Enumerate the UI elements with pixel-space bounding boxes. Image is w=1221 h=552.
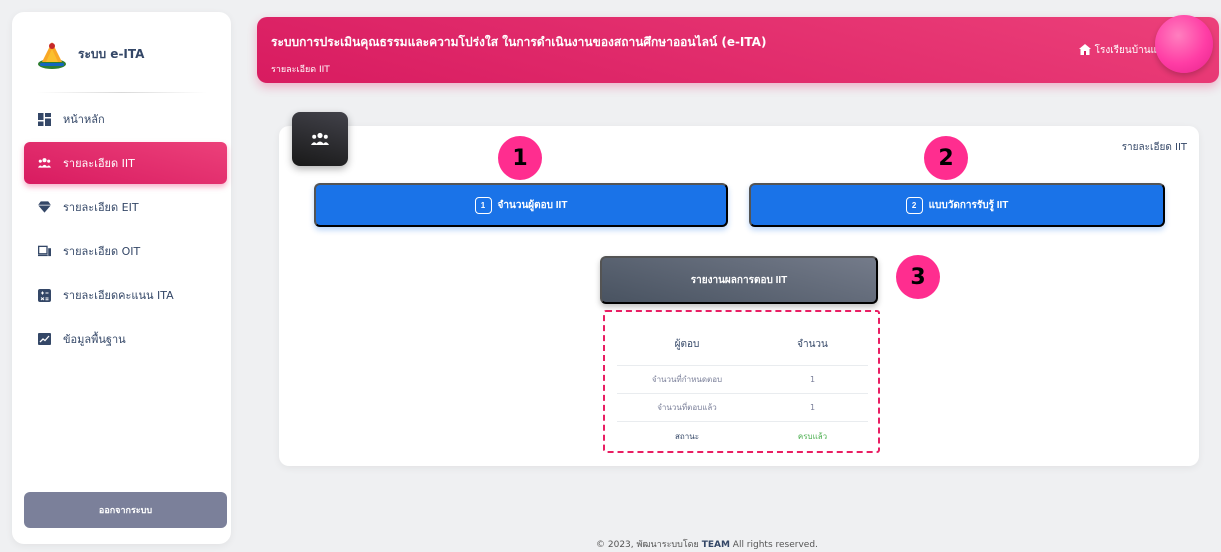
column-header: ผู้ตอบ (674, 339, 700, 350)
sidebar-item-eit[interactable]: รายละเอียด EIT (24, 186, 227, 228)
avatar[interactable] (1155, 15, 1213, 73)
calculator-icon (38, 288, 51, 302)
sidebar-item-label: รายละเอียด EIT (63, 201, 139, 214)
table-header: ผู้ตอบ จำนวน (617, 324, 868, 366)
respondent-summary-table: ผู้ตอบ จำนวน จำนวนที่กำหนดตอบ 1 จำนวนที่… (617, 324, 868, 450)
table-row: จำนวนที่กำหนดตอบ 1 (617, 366, 868, 394)
school-name: โรงเรียนบ้านแ (1094, 45, 1157, 56)
respondent-count-button[interactable]: 1 จำนวนผู้ตอบ IIT (314, 183, 728, 227)
logout-button[interactable]: ออกจากระบบ (24, 492, 227, 528)
sidebar-item-home[interactable]: หน้าหลัก (24, 98, 227, 140)
dashboard-icon (38, 112, 51, 126)
school-link[interactable]: โรงเรียนบ้านแ (1078, 43, 1157, 58)
sidebar-item-ita-score[interactable]: รายละเอียดคะแนน ITA (24, 274, 227, 316)
number-icon: 1 (474, 196, 492, 214)
table-cell: สถานะ (675, 431, 699, 441)
sidebar: ระบบ e-ITA หน้าหลัก รายละเอียด IIT รายละ… (12, 12, 231, 544)
table-cell: 1 (809, 375, 816, 384)
button-label: แบบวัดการรับรู้ IIT (928, 199, 1009, 211)
sidebar-nav: หน้าหลัก รายละเอียด IIT รายละเอียด EIT ร… (24, 98, 227, 362)
ministry-logo-icon (36, 36, 68, 72)
step-badge-1: 1 (498, 136, 542, 180)
step-badge-2: 2 (924, 136, 968, 180)
monitor-icon (38, 245, 51, 258)
table-cell: จำนวนที่ตอบแล้ว (657, 403, 717, 412)
table-cell: 1 (809, 403, 816, 412)
brand[interactable]: ระบบ e-ITA (36, 34, 144, 74)
page-title: ระบบการประเมินคุณธรรมและความโปร่งใส ในกา… (271, 35, 767, 49)
header-banner: ระบบการประเมินคุณธรรมและความโปร่งใส ในกา… (257, 15, 1219, 83)
card-title: รายละเอียด IIT (1121, 142, 1187, 153)
sidebar-item-label: หน้าหลัก (63, 113, 105, 126)
sidebar-item-label: รายละเอียด OIT (63, 245, 141, 258)
footer-prefix: © 2023, พัฒนาระบบโดย (596, 540, 699, 550)
perception-survey-button[interactable]: 2 แบบวัดการรับรู้ IIT (749, 183, 1165, 227)
school-icon (1078, 43, 1091, 58)
users-icon (292, 112, 348, 166)
breadcrumb[interactable]: รายละเอียด IIT (271, 62, 330, 76)
sidebar-item-label: รายละเอียด IIT (63, 157, 135, 170)
step-badge-3: 3 (896, 255, 940, 299)
footer-suffix: All rights reserved. (732, 540, 818, 550)
table-row: จำนวนที่ตอบแล้ว 1 (617, 394, 868, 422)
sidebar-item-oit[interactable]: รายละเอียด OIT (24, 230, 227, 272)
footer: © 2023, พัฒนาระบบโดย TEAM All rights res… (596, 537, 818, 551)
respondent-summary-highlight: ผู้ตอบ จำนวน จำนวนที่กำหนดตอบ 1 จำนวนที่… (603, 310, 880, 453)
report-results-button[interactable]: รายงานผลการตอบ IIT (600, 256, 878, 304)
users-icon (38, 157, 51, 170)
sidebar-divider (36, 92, 207, 93)
sidebar-item-label: ข้อมูลพื้นฐาน (63, 333, 126, 346)
status-badge: ครบแล้ว (797, 431, 828, 441)
brand-name: ระบบ e-ITA (78, 46, 145, 61)
sidebar-item-label: รายละเอียดคะแนน ITA (63, 289, 174, 302)
number-icon: 2 (905, 196, 923, 214)
diamond-icon (38, 201, 51, 214)
table-cell: จำนวนที่กำหนดตอบ (651, 375, 723, 384)
sidebar-item-iit[interactable]: รายละเอียด IIT (24, 142, 227, 184)
footer-team[interactable]: TEAM (702, 540, 730, 550)
button-label: จำนวนผู้ตอบ IIT (497, 199, 568, 211)
column-header: จำนวน (797, 339, 828, 350)
sidebar-item-basic-info[interactable]: ข้อมูลพื้นฐาน (24, 318, 227, 360)
chart-icon (38, 333, 51, 346)
table-row: สถานะ ครบแล้ว (617, 422, 868, 450)
